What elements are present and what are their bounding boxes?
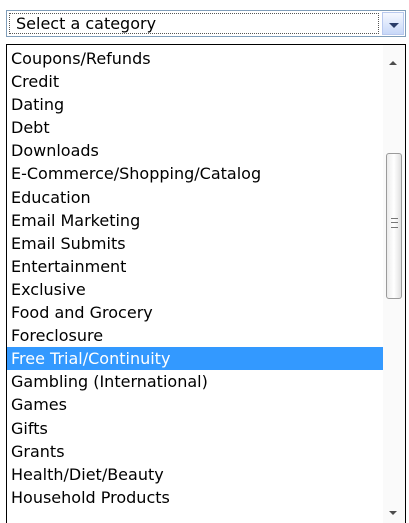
option-item[interactable]: Email Submits xyxy=(7,232,383,255)
option-item-selected[interactable]: Free Trial/Continuity xyxy=(7,347,383,371)
scrollbar-thumb[interactable] xyxy=(386,153,402,299)
option-item[interactable]: Grants xyxy=(7,440,383,463)
grip-icon xyxy=(391,218,398,228)
option-item[interactable]: Gambling (International) xyxy=(7,370,383,393)
vertical-scrollbar[interactable] xyxy=(383,45,405,523)
option-item[interactable]: E-Commerce/Shopping/Catalog xyxy=(7,162,383,185)
option-item[interactable]: Dating xyxy=(7,93,383,116)
option-item[interactable]: Coupons/Refunds xyxy=(7,47,383,70)
scroll-up-arrow-icon[interactable] xyxy=(389,61,397,65)
option-item[interactable]: Foreclosure xyxy=(7,324,383,347)
category-select[interactable]: Select a category xyxy=(6,10,406,37)
option-item[interactable]: Debt xyxy=(7,116,383,139)
option-item[interactable]: Gifts xyxy=(7,417,383,440)
option-item[interactable]: Downloads xyxy=(7,139,383,162)
option-list: Coupons/Refunds Credit Dating Debt Downl… xyxy=(7,47,383,509)
option-item[interactable]: Household Products xyxy=(7,486,383,509)
dropdown-toggle-button[interactable] xyxy=(382,12,404,35)
option-item[interactable]: Credit xyxy=(7,70,383,93)
option-item[interactable]: Education xyxy=(7,186,383,209)
option-item[interactable]: Health/Diet/Beauty xyxy=(7,463,383,486)
option-item[interactable]: Exclusive xyxy=(7,278,383,301)
option-item[interactable]: Food and Grocery xyxy=(7,301,383,324)
scroll-down-arrow-icon[interactable] xyxy=(389,511,397,515)
select-current-value[interactable]: Select a category xyxy=(9,13,379,34)
option-item[interactable]: Games xyxy=(7,393,383,416)
category-options-list[interactable]: Coupons/Refunds Credit Dating Debt Downl… xyxy=(6,44,406,523)
option-item[interactable]: Entertainment xyxy=(7,255,383,278)
option-item[interactable]: Email Marketing xyxy=(7,209,383,232)
chevron-down-icon xyxy=(389,23,399,28)
